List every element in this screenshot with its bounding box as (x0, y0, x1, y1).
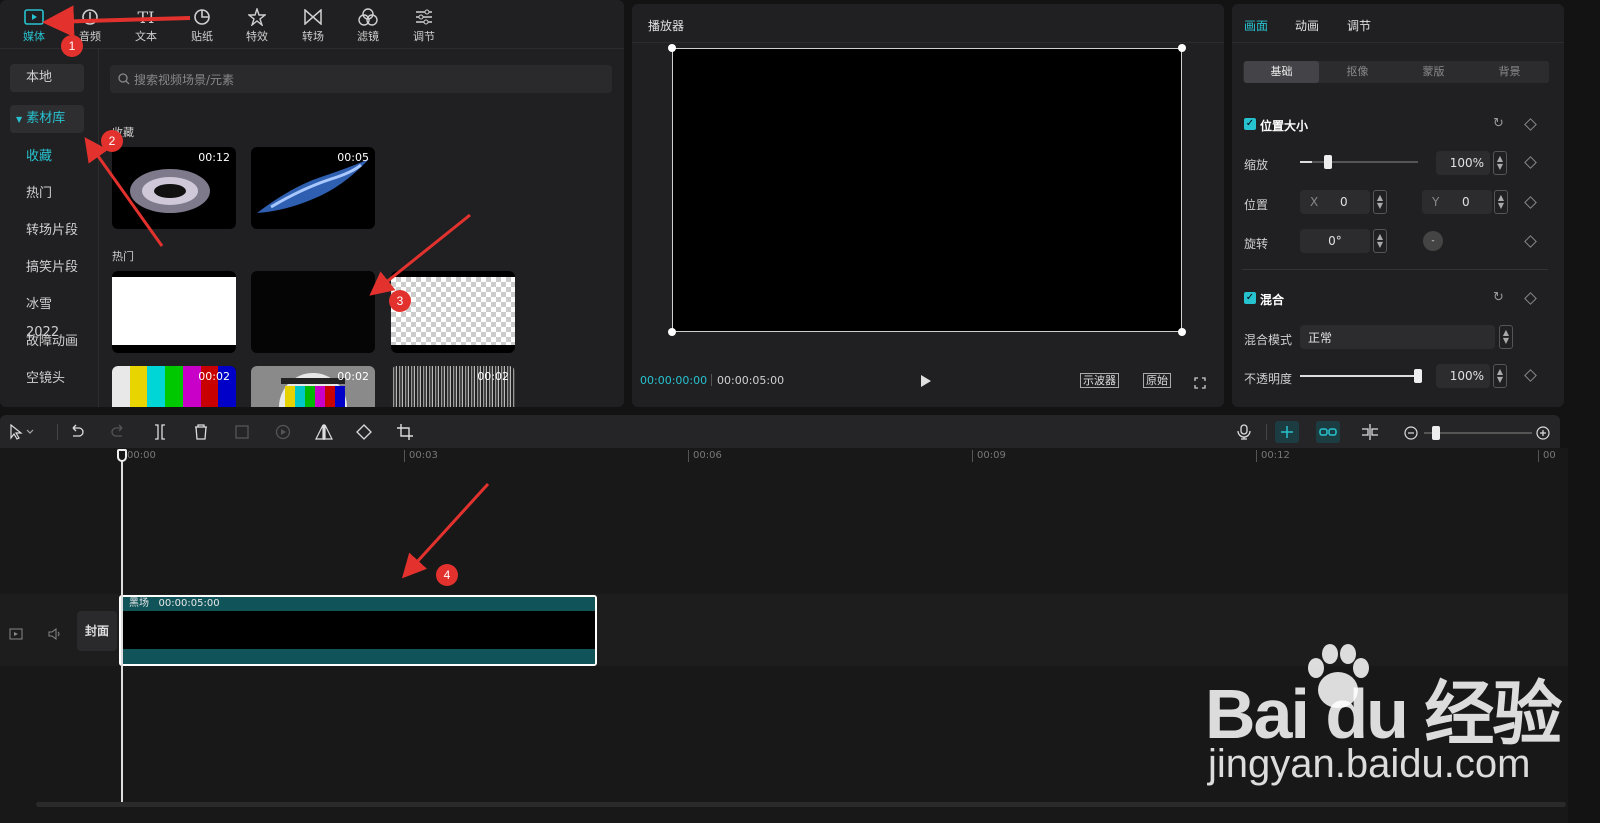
annotation-badge-1: 1 (61, 35, 83, 57)
annotation-badge-2: 2 (101, 130, 123, 152)
annotation-badge-3: 3 (389, 290, 411, 312)
annotation-badge-4: 4 (436, 564, 458, 586)
paw-icon (1308, 644, 1369, 708)
baidu-watermark-url: jingyan.baidu.com (1208, 742, 1531, 786)
